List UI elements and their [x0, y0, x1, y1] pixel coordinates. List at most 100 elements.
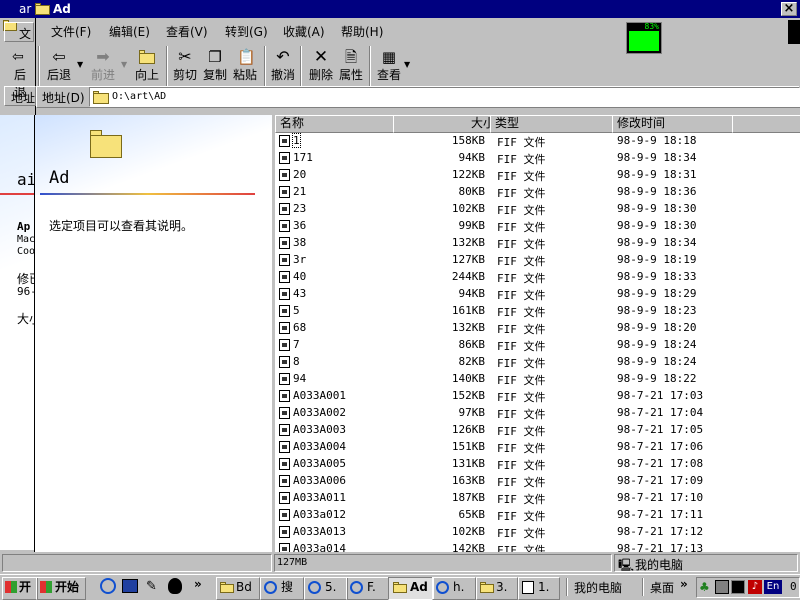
- taskbar-button-bd[interactable]: Bd: [216, 577, 260, 600]
- file-type: FIF 文件: [497, 527, 546, 540]
- taskbar-button-1[interactable]: 1.: [518, 577, 560, 600]
- taskbar-button-5[interactable]: 5.: [304, 577, 348, 600]
- file-row[interactable]: A033a012 65KB FIF 文件 98-7-21 17:11: [277, 507, 797, 524]
- file-name: A033A001: [293, 389, 346, 402]
- quicklaunch-desktop-icon[interactable]: [122, 579, 138, 593]
- quicklaunch-edit-icon[interactable]: ✎: [146, 579, 157, 594]
- column-header-type[interactable]: 类型: [490, 115, 618, 133]
- file-type: FIF 文件: [497, 238, 546, 251]
- properties-button[interactable]: 🗎 属性: [334, 46, 368, 86]
- back-window-addressbar[interactable]: 地址: [4, 86, 36, 106]
- file-size: 80KB: [458, 185, 486, 198]
- menu-view[interactable]: 查看(V): [166, 22, 208, 42]
- menu-favorites[interactable]: 收藏(A): [283, 22, 325, 42]
- back-window-menu-item[interactable]: 文: [4, 22, 34, 42]
- ie-icon: [264, 581, 277, 594]
- file-row[interactable]: A033A005 131KB FIF 文件 98-7-21 17:08: [277, 456, 797, 473]
- file-size: 102KB: [451, 202, 485, 215]
- window-resize-edge: [788, 20, 800, 44]
- tray-monitor-icon[interactable]: [731, 580, 745, 594]
- taskbar-button-f[interactable]: F.: [346, 577, 390, 600]
- quicklaunch-ie-icon[interactable]: [100, 578, 116, 594]
- file-row[interactable]: 8 82KB FIF 文件 98-9-9 18:24: [277, 354, 797, 371]
- file-row[interactable]: 171 94KB FIF 文件 98-9-9 18:34: [277, 150, 797, 167]
- taskbar-button-h[interactable]: h.: [432, 577, 476, 600]
- file-row[interactable]: 38 132KB FIF 文件 98-9-9 18:34: [277, 235, 797, 252]
- column-header-modified[interactable]: 修改时间: [612, 115, 738, 133]
- quicklaunch-more[interactable]: »: [194, 577, 202, 591]
- file-row[interactable]: 5 161KB FIF 文件 98-9-9 18:23: [277, 303, 797, 320]
- file-row[interactable]: 36 99KB FIF 文件 98-9-9 18:30: [277, 218, 797, 235]
- file-size: 99KB: [458, 219, 486, 232]
- file-modified: 98-9-9 18:34: [617, 236, 697, 249]
- file-row[interactable]: A033A011 187KB FIF 文件 98-7-21 17:10: [277, 490, 797, 507]
- tray-tree-icon[interactable]: ♣: [699, 580, 713, 594]
- file-row[interactable]: 7 86KB FIF 文件 98-9-9 18:24: [277, 337, 797, 354]
- fif-file-icon: [279, 169, 290, 181]
- file-row[interactable]: A033A002 97KB FIF 文件 98-7-21 17:04: [277, 405, 797, 422]
- tray-network-icon[interactable]: [715, 580, 729, 594]
- up-button[interactable]: 向上: [130, 46, 164, 86]
- file-row[interactable]: 94 140KB FIF 文件 98-9-9 18:22: [277, 371, 797, 388]
- taskbar-button-search[interactable]: 搜: [260, 577, 304, 600]
- window-titlebar[interactable]: Ad ×: [34, 0, 800, 18]
- close-button[interactable]: ×: [781, 2, 797, 16]
- menu-help[interactable]: 帮助(H): [341, 22, 383, 42]
- tray-language-indicator[interactable]: En: [764, 580, 782, 594]
- start-button-partial[interactable]: 开: [2, 577, 38, 600]
- file-row[interactable]: A033A003 126KB FIF 文件 98-7-21 17:05: [277, 422, 797, 439]
- paste-button[interactable]: 📋 粘贴: [228, 46, 262, 86]
- menu-bar: [36, 20, 800, 44]
- fif-file-icon: [279, 271, 290, 283]
- back-window-panel-text: Coo: [17, 246, 36, 257]
- file-row[interactable]: 21 80KB FIF 文件 98-9-9 18:36: [277, 184, 797, 201]
- views-button[interactable]: ▦ 查看: [372, 46, 406, 86]
- file-row[interactable]: 23 102KB FIF 文件 98-9-9 18:30: [277, 201, 797, 218]
- file-row[interactable]: A033A004 151KB FIF 文件 98-7-21 17:06: [277, 439, 797, 456]
- taskbar-button-3[interactable]: 3.: [476, 577, 518, 600]
- back-button[interactable]: ⇦ 后退: [42, 46, 76, 86]
- file-row[interactable]: A033A006 163KB FIF 文件 98-7-21 17:09: [277, 473, 797, 490]
- file-modified: 98-7-21 17:11: [617, 508, 704, 521]
- toolbar-desktop-more[interactable]: »: [680, 577, 688, 591]
- tray-volume-icon[interactable]: ♪: [748, 580, 762, 594]
- status-size-pane: 127MB: [274, 554, 612, 572]
- toolbar-mycomputer[interactable]: 我的电脑: [574, 579, 622, 596]
- file-row[interactable]: 1 158KB FIF 文件 98-9-9 18:18: [277, 133, 797, 150]
- file-row[interactable]: A033A001 152KB FIF 文件 98-7-21 17:03: [277, 388, 797, 405]
- quicklaunch-qq-icon[interactable]: [168, 578, 182, 594]
- back-window-back-button[interactable]: ⇦ 后退: [6, 48, 34, 99]
- views-dropdown-icon[interactable]: ▼: [404, 60, 410, 69]
- forward-button[interactable]: ➡ 前进: [86, 46, 120, 86]
- panel-splitter[interactable]: [272, 115, 275, 552]
- file-row[interactable]: 20 122KB FIF 文件 98-9-9 18:31: [277, 167, 797, 184]
- panel-gradient: [35, 115, 274, 195]
- file-modified: 98-9-9 18:24: [617, 338, 697, 351]
- clock[interactable]: 0: [790, 580, 797, 593]
- ie-icon: [350, 581, 363, 594]
- toolbar-desktop[interactable]: 桌面: [650, 579, 674, 596]
- menu-edit[interactable]: 编辑(E): [109, 22, 150, 42]
- file-row[interactable]: A033A013 102KB FIF 文件 98-7-21 17:12: [277, 524, 797, 541]
- file-row[interactable]: 43 94KB FIF 文件 98-9-9 18:29: [277, 286, 797, 303]
- file-name: 23: [293, 202, 307, 215]
- forward-arrow-icon: ➡: [96, 47, 110, 66]
- file-row[interactable]: 3r 127KB FIF 文件 98-9-9 18:19: [277, 252, 797, 269]
- taskbar-button-ad-active[interactable]: Ad: [388, 577, 434, 600]
- up-folder-icon: [139, 48, 155, 66]
- file-modified: 98-9-9 18:30: [617, 219, 697, 232]
- file-size: 131KB: [451, 457, 485, 470]
- undo-button[interactable]: ↶ 撤消: [266, 46, 300, 86]
- address-field[interactable]: O:\art\AD: [89, 87, 800, 107]
- fif-file-icon: [279, 186, 290, 198]
- file-type: FIF 文件: [497, 204, 546, 217]
- file-size: 82KB: [458, 355, 486, 368]
- column-header-name[interactable]: 名称: [275, 115, 399, 133]
- file-row[interactable]: 40 244KB FIF 文件 98-9-9 18:33: [277, 269, 797, 286]
- menu-file[interactable]: 文件(F): [51, 22, 91, 42]
- menu-goto[interactable]: 转到(G): [225, 22, 268, 42]
- start-button[interactable]: 开始: [36, 577, 86, 600]
- back-arrow-icon: ⇦: [12, 49, 24, 65]
- file-row[interactable]: 68 132KB FIF 文件 98-9-9 18:20: [277, 320, 797, 337]
- column-header-size[interactable]: 大小: [393, 115, 500, 133]
